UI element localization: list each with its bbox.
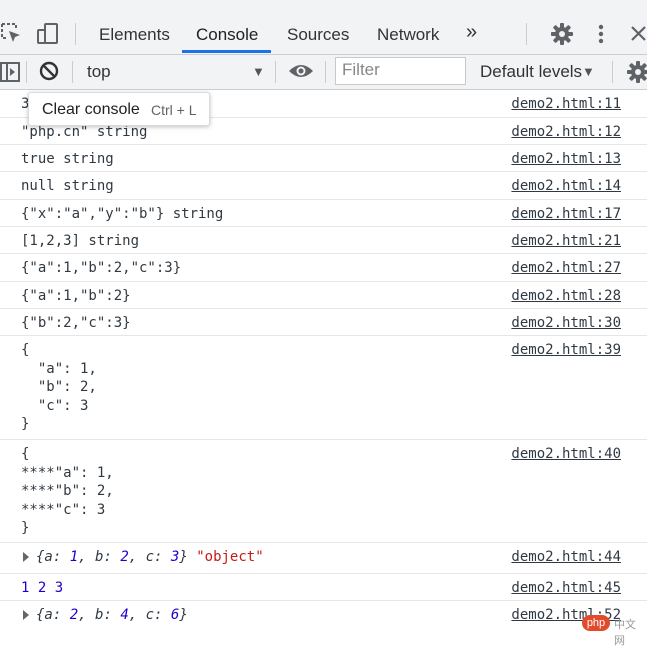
watermark-badge: php bbox=[582, 615, 610, 631]
console-message: {"b":2,"c":3} bbox=[21, 315, 131, 331]
tooltip-label: Clear console bbox=[42, 101, 140, 118]
watermark-logo: php 中文网 bbox=[582, 614, 644, 647]
console-output: 3 demo2.html:11 "php.cn" string demo2.ht… bbox=[0, 90, 647, 633]
console-message-row: {a: 1, b: 2, c: 3} "object" demo2.html:4… bbox=[0, 543, 647, 574]
filter-input[interactable] bbox=[336, 58, 462, 80]
source-link[interactable]: demo2.html:12 bbox=[511, 123, 621, 142]
object-preview[interactable]: {a: 1, b: 2, c: 3} "object" bbox=[36, 548, 264, 567]
console-message: null string bbox=[21, 178, 114, 194]
console-message-row: {a: 2, b: 4, c: 6} demo2.html:52 bbox=[0, 601, 647, 633]
source-link[interactable]: demo2.html:17 bbox=[511, 205, 621, 224]
filter-box bbox=[335, 57, 466, 85]
levels-dropdown-icon[interactable]: ▼ bbox=[582, 64, 595, 79]
tab-console[interactable]: Console bbox=[196, 23, 258, 47]
object-value-b: 4 bbox=[120, 607, 129, 623]
log-levels-dropdown[interactable]: Default levels bbox=[480, 62, 582, 82]
inspect-element-icon[interactable] bbox=[0, 22, 22, 49]
tab-sources[interactable]: Sources bbox=[287, 23, 349, 47]
devtools-tabbar: Elements Console Sources Network » bbox=[0, 0, 647, 55]
toolbar-separator-3 bbox=[275, 61, 276, 83]
object-value-b: 2 bbox=[120, 549, 129, 565]
console-message: {"a":1,"b":2} bbox=[21, 288, 131, 304]
source-link[interactable]: demo2.html:14 bbox=[511, 177, 621, 196]
console-message-row: {"b":2,"c":3} demo2.html:30 bbox=[0, 309, 647, 336]
toolbar-separator-5 bbox=[612, 61, 613, 83]
object-value-a: 1 bbox=[69, 549, 79, 565]
console-message: {"x":"a","y":"b"} string bbox=[21, 206, 224, 222]
toolbar-separator-2 bbox=[72, 61, 73, 83]
watermark-text: 中文网 bbox=[614, 619, 636, 647]
source-link[interactable]: demo2.html:11 bbox=[511, 95, 621, 114]
source-link[interactable]: demo2.html:44 bbox=[511, 548, 621, 567]
active-tab-indicator bbox=[182, 50, 271, 53]
source-link[interactable]: demo2.html:21 bbox=[511, 232, 621, 251]
context-selector[interactable]: top bbox=[87, 62, 111, 82]
toolbar-separator-4 bbox=[325, 61, 326, 83]
console-toolbar: top ▼ Default levels ▼ bbox=[0, 55, 647, 90]
console-message-row: { ****"a": 1, ****"b": 2, ****"c": 3 } d… bbox=[0, 440, 647, 543]
console-message-row: {"a":1,"b":2,"c":3} demo2.html:27 bbox=[0, 254, 647, 282]
console-message-row: true string demo2.html:13 bbox=[0, 145, 647, 172]
type-string: "object" bbox=[196, 549, 264, 565]
source-link[interactable]: demo2.html:30 bbox=[511, 314, 621, 333]
console-message: {"a":1,"b":2,"c":3} bbox=[21, 260, 182, 276]
clear-console-tooltip: Clear console Ctrl + L bbox=[28, 92, 210, 126]
console-settings-gear-icon[interactable] bbox=[627, 61, 647, 88]
tabbar-separator-right bbox=[526, 23, 527, 45]
console-message-row: null string demo2.html:14 bbox=[0, 172, 647, 200]
context-dropdown-icon[interactable]: ▼ bbox=[252, 64, 265, 79]
console-message-row: {"x":"a","y":"b"} string demo2.html:17 bbox=[0, 200, 647, 227]
console-message-row: {"a":1,"b":2} demo2.html:28 bbox=[0, 282, 647, 309]
source-link[interactable]: demo2.html:13 bbox=[511, 150, 621, 169]
live-expression-eye-icon[interactable] bbox=[288, 62, 314, 85]
more-tabs-button[interactable]: » bbox=[466, 20, 477, 44]
tab-network[interactable]: Network bbox=[377, 23, 439, 47]
source-link[interactable]: demo2.html:45 bbox=[511, 579, 621, 598]
tabbar-separator bbox=[75, 23, 76, 45]
console-message-row: [1,2,3] string demo2.html:21 bbox=[0, 227, 647, 254]
source-link[interactable]: demo2.html:39 bbox=[511, 341, 621, 360]
tooltip-shortcut: Ctrl + L bbox=[151, 102, 197, 118]
expand-object-triangle-icon[interactable] bbox=[23, 610, 29, 620]
console-message: true string bbox=[21, 151, 114, 167]
kebab-menu-icon[interactable] bbox=[597, 24, 605, 49]
source-link[interactable]: demo2.html:27 bbox=[511, 259, 621, 278]
clear-console-icon[interactable] bbox=[38, 60, 60, 87]
object-value-a: 2 bbox=[69, 607, 79, 623]
console-message: { "a": 1, "b": 2, "c": 3 } bbox=[21, 342, 97, 432]
object-preview[interactable]: {a: 2, b: 4, c: 6} bbox=[36, 606, 188, 625]
close-icon[interactable] bbox=[630, 25, 647, 47]
settings-gear-icon[interactable] bbox=[551, 23, 573, 50]
console-message: 1 2 3 bbox=[21, 580, 64, 596]
console-message: [1,2,3] string bbox=[21, 233, 140, 249]
source-link[interactable]: demo2.html:40 bbox=[511, 445, 621, 464]
console-message: { ****"a": 1, ****"b": 2, ****"c": 3 } bbox=[21, 446, 114, 536]
console-message-row: 1 2 3 demo2.html:45 bbox=[0, 574, 647, 601]
tab-elements[interactable]: Elements bbox=[99, 23, 170, 47]
device-toolbar-icon[interactable] bbox=[36, 22, 60, 51]
expand-object-triangle-icon[interactable] bbox=[23, 552, 29, 562]
toolbar-separator bbox=[26, 61, 27, 83]
source-link[interactable]: demo2.html:28 bbox=[511, 287, 621, 306]
sidebar-toggle-icon[interactable] bbox=[0, 61, 22, 88]
console-message-row: { "a": 1, "b": 2, "c": 3 } demo2.html:39 bbox=[0, 336, 647, 440]
